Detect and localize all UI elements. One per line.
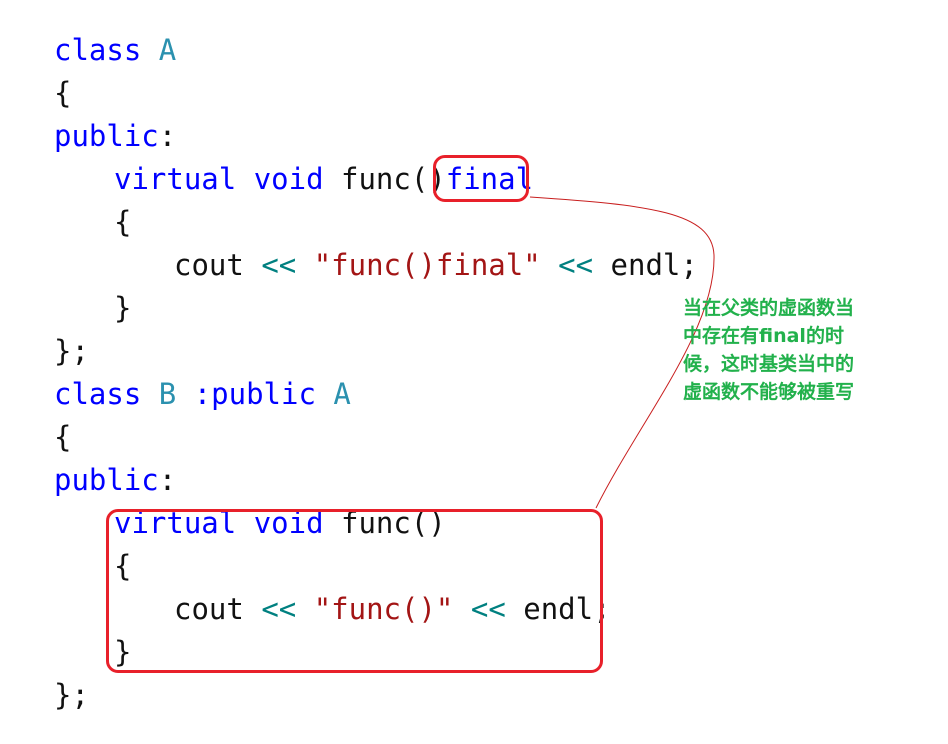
annotation-line: 虚函数不能够被重写 <box>683 381 855 403</box>
annotation-line: 当在父类的虚函数当 <box>683 297 855 319</box>
annotation-line: 中存在有final的时 <box>683 325 844 347</box>
annotation-line: 候，这时基类当中的 <box>683 353 855 375</box>
annotation-note: 当在父类的虚函数当 中存在有final的时 候，这时基类当中的 虚函数不能够被重… <box>683 294 913 406</box>
override-highlight-box <box>106 509 603 673</box>
final-highlight-box <box>433 155 529 202</box>
